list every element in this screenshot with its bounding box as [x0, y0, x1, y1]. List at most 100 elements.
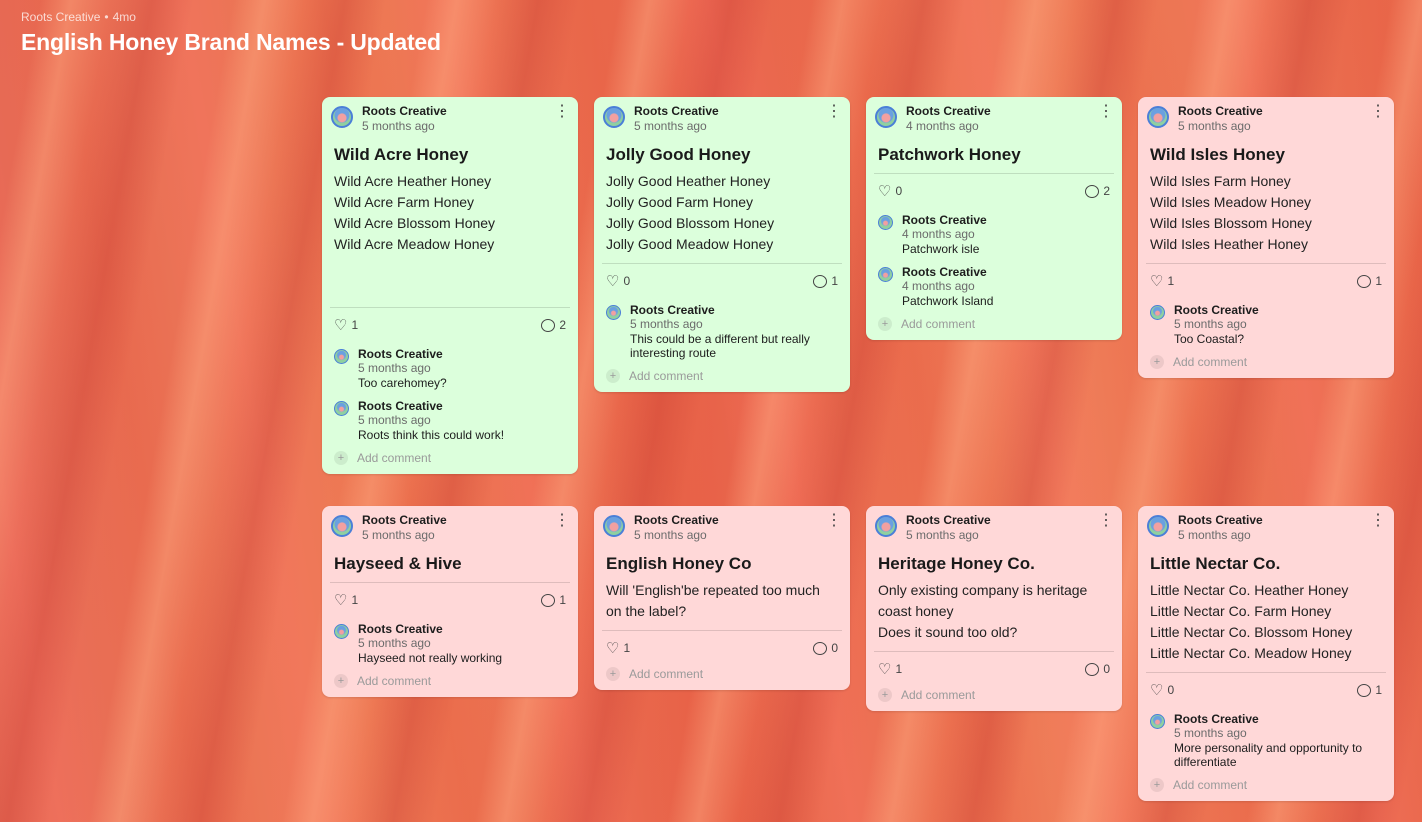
- avatar[interactable]: [875, 106, 897, 128]
- like-button[interactable]: ♡ 1: [606, 641, 630, 656]
- add-comment-button[interactable]: + Add comment: [334, 674, 566, 688]
- comment-button[interactable]: 1: [541, 593, 566, 607]
- like-button[interactable]: ♡ 0: [1150, 683, 1174, 698]
- comment-count: 0: [831, 641, 838, 655]
- post-card[interactable]: Roots Creative 5 months ago ⋮ Hayseed & Hiv…: [322, 506, 578, 697]
- avatar[interactable]: [331, 515, 353, 537]
- card-stats: ♡ 0 2: [878, 174, 1110, 208]
- board-author[interactable]: Roots Creative: [21, 10, 100, 24]
- card-body-line: Little Nectar Co. Heather Honey: [1150, 582, 1349, 598]
- more-options-icon[interactable]: ⋮: [1098, 513, 1114, 529]
- card-header: Roots Creative 5 months ago ⋮: [331, 104, 570, 134]
- avatar[interactable]: [331, 106, 353, 128]
- more-options-icon[interactable]: ⋮: [1370, 513, 1386, 529]
- card-body-line: Wild Isles Blossom Honey: [1150, 215, 1312, 231]
- comment-avatar[interactable]: [334, 624, 349, 639]
- more-options-icon[interactable]: ⋮: [554, 104, 570, 120]
- avatar[interactable]: [603, 106, 625, 128]
- post-card[interactable]: Roots Creative 5 months ago ⋮ English Honey…: [594, 506, 850, 690]
- post-card[interactable]: Roots Creative 5 months ago ⋮ Little Nectar…: [1138, 506, 1394, 801]
- comment-button[interactable]: 0: [1085, 662, 1110, 676]
- plus-icon: +: [334, 674, 348, 688]
- post-card[interactable]: Roots Creative 5 months ago ⋮ Jolly Good Ho…: [594, 97, 850, 392]
- avatar[interactable]: [603, 515, 625, 537]
- comment: Roots Creative 4 months ago Patchwork isle: [878, 213, 1110, 256]
- more-options-icon[interactable]: ⋮: [826, 513, 842, 529]
- like-button[interactable]: ♡ 1: [1150, 274, 1174, 289]
- comment-author[interactable]: Roots Creative: [1174, 303, 1259, 317]
- card-author[interactable]: Roots Creative: [906, 104, 991, 119]
- add-comment-button[interactable]: + Add comment: [1150, 355, 1382, 369]
- heart-icon: ♡: [606, 272, 620, 290]
- card-title: Jolly Good Honey: [606, 145, 751, 164]
- comment-avatar[interactable]: [1150, 305, 1165, 320]
- card-author[interactable]: Roots Creative: [1178, 104, 1263, 119]
- comment-avatar[interactable]: [334, 401, 349, 416]
- comment-button[interactable]: 2: [541, 318, 566, 332]
- more-options-icon[interactable]: ⋮: [1370, 104, 1386, 120]
- comment-text: Patchwork isle: [902, 242, 980, 256]
- like-button[interactable]: ♡ 1: [334, 593, 358, 608]
- comment-avatar[interactable]: [878, 215, 893, 230]
- card-author[interactable]: Roots Creative: [1178, 513, 1263, 528]
- comment-time: 4 months ago: [902, 227, 975, 241]
- comment-avatar[interactable]: [334, 349, 349, 364]
- comment-author[interactable]: Roots Creative: [902, 265, 993, 279]
- card-author[interactable]: Roots Creative: [362, 104, 447, 119]
- plus-icon: +: [606, 369, 620, 383]
- comment-author[interactable]: Roots Creative: [358, 347, 447, 361]
- add-comment-button[interactable]: + Add comment: [1150, 778, 1382, 792]
- comment-author[interactable]: Roots Creative: [1174, 712, 1382, 726]
- like-count: 0: [895, 184, 903, 198]
- card-header: Roots Creative 5 months ago ⋮: [603, 513, 842, 543]
- comment: Roots Creative 5 months ago Too Coastal?: [1150, 303, 1382, 346]
- card-body: Wild Acre Heather Honey Wild Acre Farm Ho…: [334, 171, 566, 255]
- comment-button[interactable]: 2: [1085, 184, 1110, 198]
- avatar[interactable]: [875, 515, 897, 537]
- post-card[interactable]: Roots Creative 5 months ago ⋮ Wild Acre Hon…: [322, 97, 578, 474]
- comment-button[interactable]: 1: [1357, 274, 1382, 288]
- like-button[interactable]: ♡ 1: [334, 318, 358, 333]
- comment-author[interactable]: Roots Creative: [358, 622, 502, 636]
- avatar[interactable]: [1147, 515, 1169, 537]
- add-comment-button[interactable]: + Add comment: [606, 369, 838, 383]
- card-body-line: Will 'English'be repeated too much on th…: [606, 582, 820, 619]
- comment-body: Roots Creative 5 months ago Roots think th…: [358, 399, 504, 442]
- comment-author[interactable]: Roots Creative: [630, 303, 838, 317]
- comment-avatar[interactable]: [1150, 714, 1165, 729]
- card-author[interactable]: Roots Creative: [634, 513, 719, 528]
- add-comment-button[interactable]: + Add comment: [878, 688, 1110, 702]
- card-time: 5 months ago: [906, 528, 979, 542]
- more-options-icon[interactable]: ⋮: [554, 513, 570, 529]
- add-comment-label: Add comment: [629, 667, 704, 681]
- post-card[interactable]: Roots Creative 4 months ago ⋮ Patchwork Hon…: [866, 97, 1122, 340]
- comment-button[interactable]: 1: [813, 274, 838, 288]
- comment-button[interactable]: 0: [813, 641, 838, 655]
- add-comment-button[interactable]: + Add comment: [334, 451, 566, 465]
- comment-author[interactable]: Roots Creative: [902, 213, 987, 227]
- comment-icon: [541, 318, 556, 332]
- add-comment-button[interactable]: + Add comment: [878, 317, 1110, 331]
- card-author[interactable]: Roots Creative: [906, 513, 991, 528]
- comment-author[interactable]: Roots Creative: [358, 399, 504, 413]
- post-card[interactable]: Roots Creative 5 months ago ⋮ Wild Isles Ho…: [1138, 97, 1394, 378]
- post-card[interactable]: Roots Creative 5 months ago ⋮ Heritage Hone…: [866, 506, 1122, 711]
- add-comment-button[interactable]: + Add comment: [606, 667, 838, 681]
- comment-icon: [813, 274, 828, 288]
- more-options-icon[interactable]: ⋮: [826, 104, 842, 120]
- avatar[interactable]: [1147, 106, 1169, 128]
- like-button[interactable]: ♡ 0: [606, 274, 630, 289]
- like-button[interactable]: ♡ 0: [878, 184, 902, 199]
- card-stats: ♡ 1 0: [878, 652, 1110, 686]
- card-author[interactable]: Roots Creative: [634, 104, 719, 119]
- card-stats: ♡ 1 2: [334, 308, 566, 342]
- comment-button[interactable]: 1: [1357, 683, 1382, 697]
- card-body-line: Wild Isles Farm Honey: [1150, 173, 1291, 189]
- comment-avatar[interactable]: [878, 267, 893, 282]
- like-count: 0: [623, 274, 631, 288]
- like-button[interactable]: ♡ 1: [878, 662, 902, 677]
- card-author[interactable]: Roots Creative: [362, 513, 447, 528]
- more-options-icon[interactable]: ⋮: [1098, 104, 1114, 120]
- comment-avatar[interactable]: [606, 305, 621, 320]
- comment: Roots Creative 5 months ago This could be …: [606, 303, 838, 360]
